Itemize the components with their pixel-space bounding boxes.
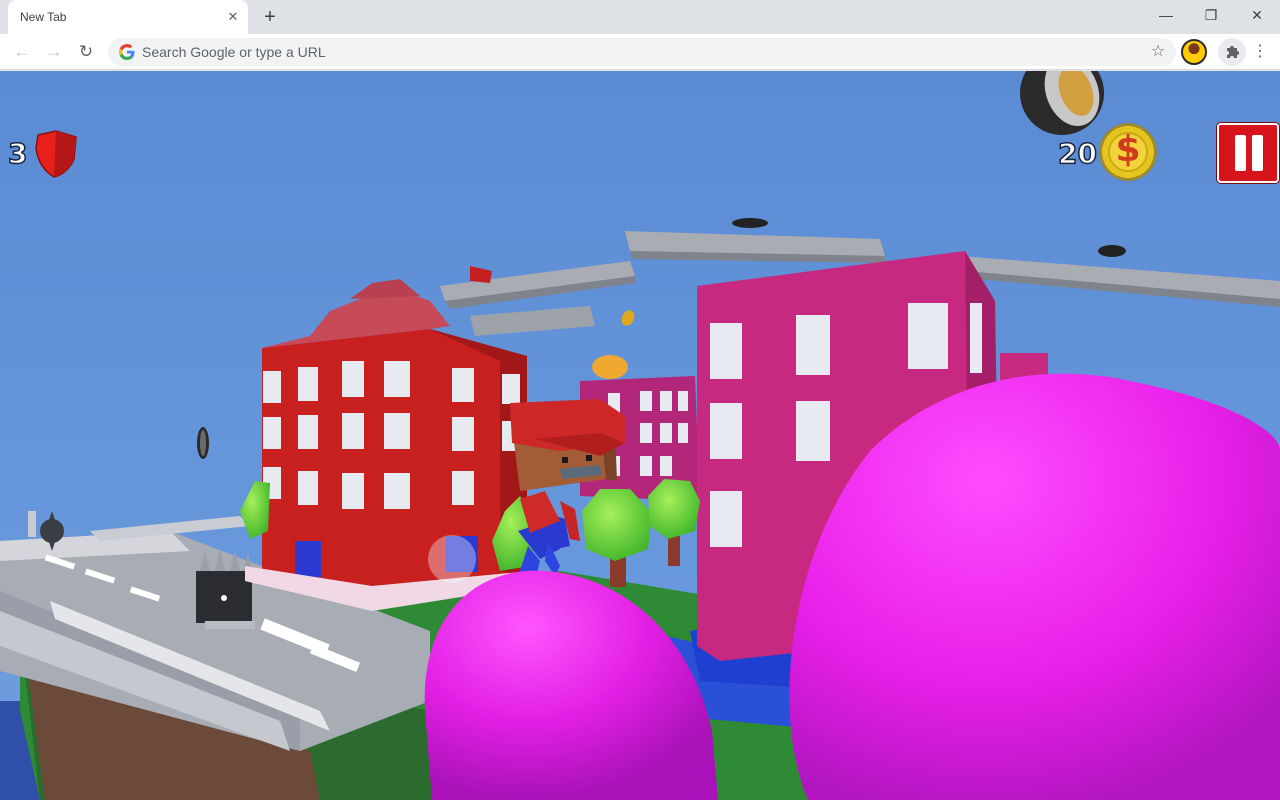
extensions-button[interactable] xyxy=(1218,38,1246,66)
coin-icon: $ xyxy=(1097,121,1159,183)
tab-title: New Tab xyxy=(20,10,67,24)
coin-symbol: $ xyxy=(1115,129,1141,170)
tab-new-tab[interactable]: New Tab ✕ xyxy=(8,0,248,34)
new-tab-button[interactable]: + xyxy=(258,5,282,29)
puzzle-extension-icon xyxy=(1227,46,1239,58)
back-icon[interactable]: ← xyxy=(8,38,36,66)
forward-icon[interactable]: → xyxy=(40,38,68,66)
omnibox[interactable]: ☆ xyxy=(108,38,1176,66)
browser-toolbar: ← → ↻ ☆ ⋮ xyxy=(0,34,1280,70)
star-icon[interactable]: ☆ xyxy=(1148,42,1168,62)
restore-icon[interactable]: ❐ xyxy=(1188,0,1234,30)
pause-button[interactable] xyxy=(1217,123,1279,183)
tab-strip: New Tab ✕ + — ❐ ✕ xyxy=(0,0,1280,34)
minimize-icon[interactable]: — xyxy=(1143,0,1189,30)
light-glow xyxy=(428,535,476,583)
close-window-icon[interactable]: ✕ xyxy=(1234,0,1280,30)
game-scene xyxy=(0,71,1280,800)
google-icon xyxy=(119,44,135,60)
lives-count: 3 xyxy=(7,136,28,171)
tab-close-icon[interactable]: ✕ xyxy=(224,8,242,26)
profile-avatar[interactable] xyxy=(1181,39,1207,65)
coin-count: 20 xyxy=(1057,136,1097,171)
game-viewport[interactable]: 3 20 $ xyxy=(0,71,1280,800)
browser-menu-icon[interactable]: ⋮ xyxy=(1248,38,1272,66)
omnibox-input[interactable] xyxy=(142,38,1132,66)
shield-icon xyxy=(35,130,77,178)
reload-icon[interactable]: ↻ xyxy=(72,38,100,66)
